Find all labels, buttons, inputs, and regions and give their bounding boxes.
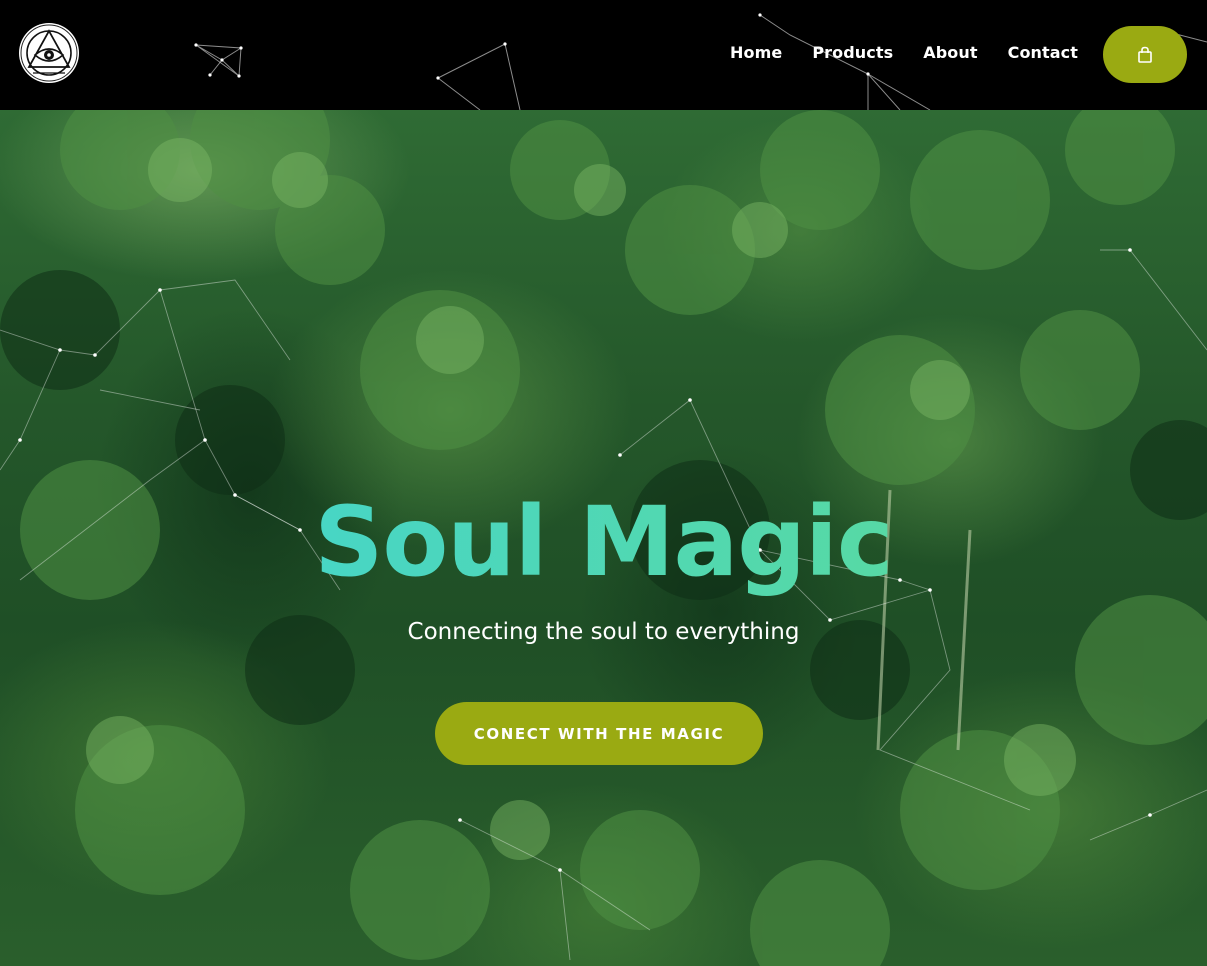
shopping-bag-icon bbox=[1138, 46, 1152, 63]
main-nav: Home Products About Contact bbox=[730, 43, 1078, 63]
eye-in-triangle-icon bbox=[20, 24, 78, 82]
connect-cta-button[interactable]: CONECT WITH THE MAGIC bbox=[435, 702, 763, 765]
nav-products[interactable]: Products bbox=[812, 43, 893, 63]
logo[interactable] bbox=[19, 23, 79, 83]
hero-subtitle: Connecting the soul to everything bbox=[407, 619, 800, 645]
hero-title: Soul Magic bbox=[0, 482, 1207, 602]
page: Home Products About Contact Soul Magic C… bbox=[0, 0, 1207, 966]
nav-about[interactable]: About bbox=[923, 43, 977, 63]
nav-contact[interactable]: Contact bbox=[1008, 43, 1078, 63]
cart-button[interactable] bbox=[1103, 26, 1187, 83]
hero-section: Soul Magic Connecting the soul to everyt… bbox=[0, 110, 1207, 966]
nav-home[interactable]: Home bbox=[730, 43, 782, 63]
site-header: Home Products About Contact bbox=[0, 0, 1207, 110]
hero-content: Soul Magic Connecting the soul to everyt… bbox=[0, 110, 1207, 966]
